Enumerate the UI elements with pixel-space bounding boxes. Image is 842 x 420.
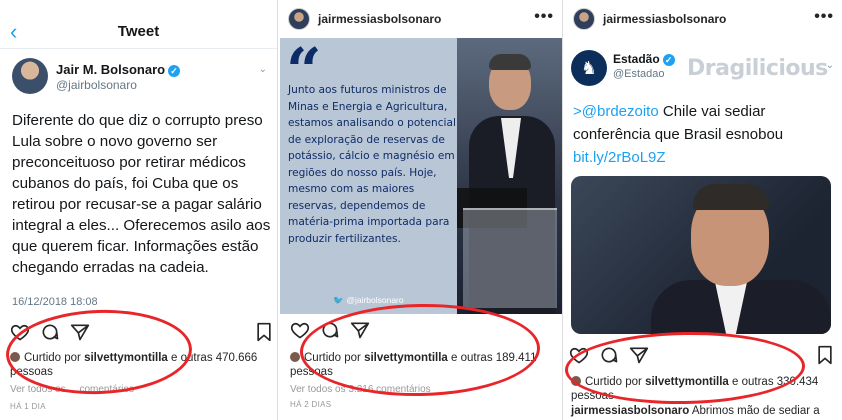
liked-people: pessoas — [290, 366, 333, 378]
post-image[interactable]: ♞ Estadão ✓ @Estadao Dragilicious ⌄ >@brd… — [565, 38, 842, 334]
heart-icon[interactable] — [290, 320, 310, 340]
share-icon[interactable] — [629, 345, 649, 365]
watermark: Dragilicious — [687, 56, 828, 81]
likes-summary[interactable]: Curtido por silvettymontilla e outras 18… — [290, 351, 536, 379]
tweet-text: Diferente do que diz o corrupto preso Lu… — [12, 112, 271, 276]
bookmark-icon[interactable] — [254, 322, 274, 342]
verified-icon: ✓ — [662, 54, 675, 66]
estadao-logo-icon: ♞ — [571, 50, 607, 86]
liker-avatar — [290, 352, 300, 362]
post-username[interactable]: jairmessiasbolsonaro — [603, 12, 726, 26]
liked-user[interactable]: silvettymontilla — [84, 352, 168, 364]
avatar[interactable] — [12, 58, 48, 94]
header-divider — [0, 48, 277, 49]
likes-summary[interactable]: Curtido por silvettymontilla e outras 33… — [571, 375, 818, 403]
caption-username[interactable]: jairmessiasbolsonaro — [571, 405, 689, 417]
avatar[interactable] — [288, 8, 310, 30]
liked-prefix: Curtido por — [24, 352, 81, 364]
comment-icon[interactable] — [40, 322, 60, 342]
likes-summary[interactable]: Curtido por silvettymontilla e outras 47… — [10, 351, 257, 379]
more-options-icon[interactable]: ••• — [534, 8, 554, 26]
post-username[interactable]: jairmessiasbolsonaro — [318, 12, 441, 26]
embedded-tweet-text: >@brdezoito Chile vai sediar conferência… — [573, 100, 835, 169]
liked-count: e outras 189.411 — [451, 352, 537, 364]
source-handle: @Estadao — [613, 68, 665, 80]
caption-text: Abrimos mão de sediar a — [691, 405, 820, 417]
view-comments-link[interactable]: Ver todos os ... comentários — [10, 384, 134, 395]
post-header: jairmessiasbolsonaro ••• — [288, 8, 554, 32]
comment-icon[interactable] — [599, 345, 619, 365]
liked-prefix: Curtido por — [585, 376, 642, 388]
post-age: HÁ 1 DIA — [10, 402, 46, 411]
post-panel-3: jairmessiasbolsonaro ••• ♞ Estadão ✓ @Est… — [565, 0, 842, 420]
view-comments-link[interactable]: Ver todos os 3.216 comentários — [290, 384, 431, 395]
author-name[interactable]: Jair M. Bolsonaro ✓ — [56, 62, 181, 77]
tweet-header: ‹ Tweet — [0, 20, 277, 44]
verified-icon: ✓ — [168, 65, 181, 77]
heart-icon[interactable] — [569, 345, 589, 365]
mention-link[interactable]: >@brdezoito — [573, 103, 659, 120]
post-age: HÁ 2 DIAS — [290, 400, 332, 409]
post-panel-2: jairmessiasbolsonaro ••• “ Junto aos fut… — [280, 0, 563, 420]
heart-icon[interactable] — [10, 322, 30, 342]
quote-text: Junto aos futuros ministros de Minas e E… — [288, 84, 456, 245]
post-image[interactable]: “ Junto aos futuros ministros de Minas e… — [280, 38, 562, 314]
chevron-down-icon: ⌄ — [825, 60, 834, 71]
liked-people: pessoas — [10, 366, 53, 378]
source-name: Estadão ✓ — [613, 52, 675, 66]
post-header: jairmessiasbolsonaro ••• — [573, 8, 834, 32]
action-bar — [280, 320, 562, 342]
caption: jairmessiasbolsonaro Abrimos mão de sedi… — [571, 405, 820, 417]
portrait-photo — [457, 38, 562, 314]
liker-avatar — [10, 352, 20, 362]
liked-user[interactable]: silvettymontilla — [645, 376, 729, 388]
liked-prefix: Curtido por — [304, 352, 361, 364]
tweet-date: 16/12/2018 18:08 — [12, 296, 98, 308]
share-icon[interactable] — [70, 322, 90, 342]
url-link[interactable]: bit.ly/2rBoL9Z — [573, 149, 666, 166]
bookmark-icon[interactable] — [815, 345, 835, 365]
liker-avatar — [571, 376, 581, 386]
post-panel-1: ‹ Tweet Jair M. Bolsonaro ✓ @jairbolsonar… — [0, 0, 278, 420]
action-bar — [0, 322, 277, 344]
liked-user[interactable]: silvettymontilla — [364, 352, 448, 364]
comment-icon[interactable] — [320, 320, 340, 340]
portrait-photo — [571, 176, 831, 334]
share-icon[interactable] — [350, 320, 370, 340]
chevron-down-icon[interactable]: ⌄ — [259, 64, 267, 75]
liked-people: pessoas — [571, 390, 614, 402]
avatar[interactable] — [573, 8, 595, 30]
action-bar — [565, 345, 842, 367]
source-name-text: Estadão — [613, 52, 660, 66]
quote-handle: 🐦 @jairbolsonaro — [333, 295, 404, 305]
tweet-header-title: Tweet — [117, 23, 160, 40]
liked-count: e outras 330.434 — [732, 376, 819, 388]
more-options-icon[interactable]: ••• — [814, 8, 834, 26]
liked-count: e outras 470.666 — [171, 352, 258, 364]
author-name-text: Jair M. Bolsonaro — [56, 62, 166, 77]
author-handle[interactable]: @jairbolsonaro — [56, 78, 137, 92]
